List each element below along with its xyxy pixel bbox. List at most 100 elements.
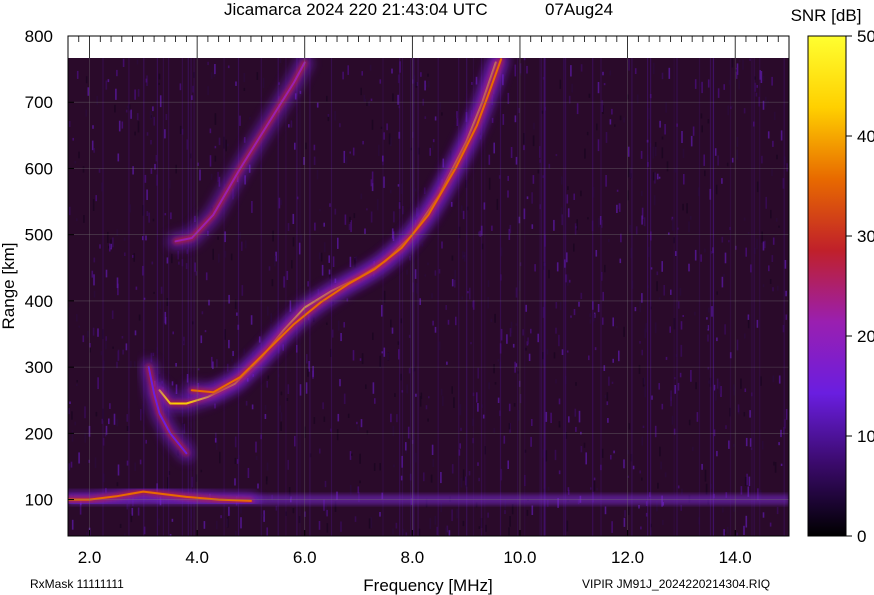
noise-speck — [447, 319, 450, 325]
noise-speck — [743, 525, 745, 535]
noise-speck — [392, 528, 394, 535]
noise-speck — [349, 216, 351, 222]
noise-speck — [573, 309, 576, 316]
noise-speck — [597, 304, 600, 313]
plot-frame-top — [68, 36, 789, 58]
noise-speck — [736, 339, 739, 351]
noise-speck — [623, 517, 626, 527]
noise-speck — [407, 426, 410, 439]
noise-speck — [558, 334, 560, 347]
noise-speck — [785, 409, 788, 420]
noise-speck — [224, 250, 227, 258]
interference-streak — [143, 58, 145, 536]
noise-speck — [343, 150, 346, 163]
noise-speck — [357, 486, 360, 494]
y-tick-label: 400 — [25, 292, 53, 311]
noise-speck — [261, 514, 264, 517]
noise-speck — [177, 250, 179, 260]
noise-speck — [588, 355, 590, 361]
noise-speck — [68, 463, 71, 471]
noise-speck — [573, 243, 575, 252]
noise-speck — [704, 469, 707, 482]
noise-speck — [574, 408, 577, 417]
noise-speck — [203, 521, 206, 529]
interference-streak — [437, 58, 439, 536]
noise-speck — [361, 71, 363, 76]
noise-speck — [243, 73, 246, 83]
noise-speck — [778, 442, 780, 446]
noise-speck — [200, 335, 203, 344]
noise-speck — [530, 436, 532, 447]
x-tick-label: 6.0 — [293, 548, 317, 567]
noise-speck — [648, 108, 650, 120]
noise-speck — [82, 166, 85, 173]
noise-speck — [461, 205, 463, 213]
noise-speck — [121, 336, 124, 339]
noise-speck — [171, 518, 174, 522]
noise-speck — [603, 365, 606, 371]
noise-speck — [506, 334, 508, 344]
colorbar-label: SNR [dB] — [791, 6, 862, 25]
noise-speck — [212, 248, 214, 260]
noise-speck — [160, 286, 163, 294]
noise-speck — [738, 59, 741, 63]
noise-speck — [568, 279, 571, 283]
noise-speck — [558, 424, 561, 428]
noise-speck — [594, 347, 597, 351]
noise-speck — [679, 372, 682, 378]
noise-speck — [628, 59, 630, 71]
noise-speck — [585, 452, 587, 465]
noise-speck — [555, 327, 557, 334]
noise-speck — [424, 274, 426, 277]
noise-speck — [258, 336, 261, 343]
noise-speck — [280, 391, 283, 396]
noise-speck — [243, 348, 245, 355]
noise-speck — [197, 368, 200, 371]
noise-speck — [93, 148, 95, 153]
noise-speck — [373, 463, 376, 471]
noise-speck — [349, 256, 352, 268]
noise-speck — [675, 251, 677, 256]
noise-speck — [290, 120, 293, 128]
noise-speck — [438, 269, 441, 274]
noise-speck — [205, 272, 208, 281]
noise-speck — [439, 102, 441, 110]
noise-speck — [764, 96, 767, 107]
x-tick-label: 10.0 — [503, 548, 536, 567]
noise-speck — [749, 410, 751, 418]
noise-speck — [424, 116, 427, 119]
noise-speck — [451, 464, 454, 474]
noise-speck — [692, 126, 695, 136]
interference-streak — [499, 58, 502, 536]
noise-speck — [612, 317, 614, 327]
noise-speck — [134, 131, 136, 136]
noise-speck — [567, 489, 570, 495]
noise-speck — [125, 109, 128, 113]
chart-title: Jicamarca 2024 220 21:43:04 UTC — [224, 0, 488, 19]
noise-speck — [264, 405, 267, 410]
colorbar-tick-label: 20 — [857, 327, 874, 346]
noise-speck — [606, 392, 609, 401]
noise-speck — [414, 188, 417, 192]
noise-speck — [648, 246, 650, 258]
noise-speck — [670, 289, 672, 295]
noise-speck — [419, 396, 422, 407]
noise-speck — [226, 363, 229, 372]
noise-speck — [307, 281, 309, 287]
noise-speck — [94, 457, 97, 469]
noise-speck — [291, 260, 293, 269]
noise-speck — [512, 343, 515, 348]
noise-speck — [421, 243, 424, 247]
noise-speck — [688, 263, 690, 272]
noise-speck — [210, 72, 213, 79]
noise-speck — [251, 404, 254, 410]
noise-speck — [332, 256, 335, 267]
noise-speck — [508, 423, 511, 430]
noise-speck — [470, 342, 472, 345]
noise-speck — [228, 506, 230, 516]
noise-speck — [701, 81, 703, 94]
noise-speck — [503, 435, 506, 444]
noise-speck — [487, 512, 489, 518]
noise-speck — [354, 257, 356, 268]
noise-speck — [607, 418, 609, 423]
